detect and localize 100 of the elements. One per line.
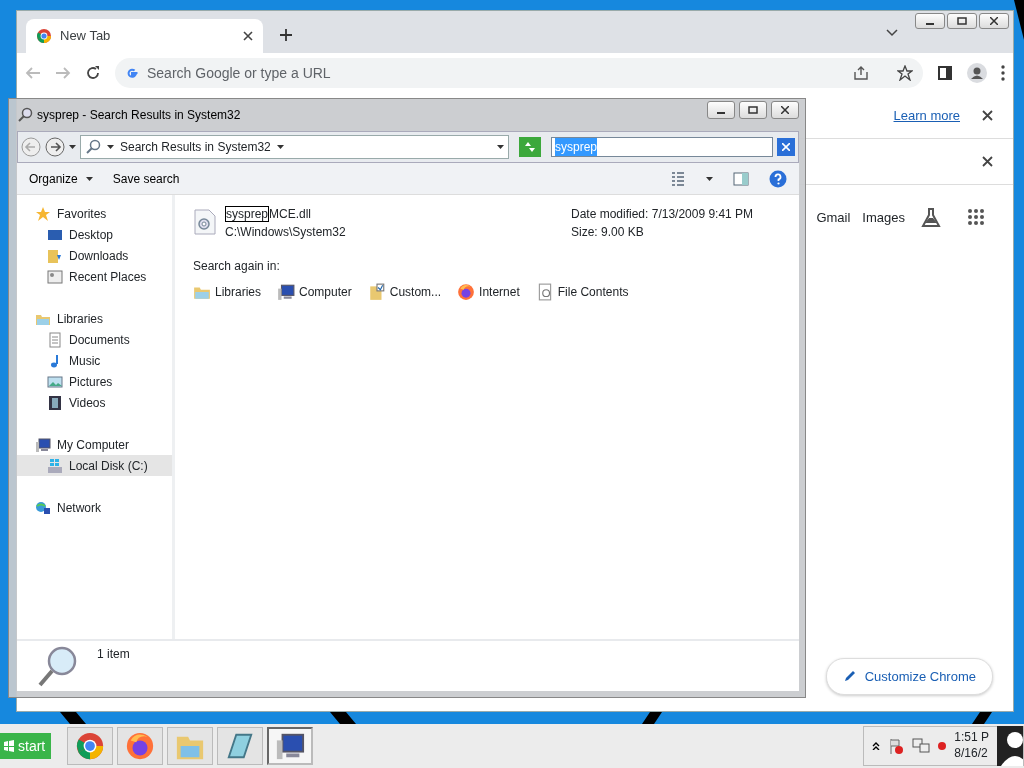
side-panel-icon — [937, 65, 953, 81]
close-icon — [990, 17, 998, 25]
back-button-icon — [21, 137, 41, 157]
preview-pane-icon — [733, 171, 749, 186]
search-icon — [17, 107, 33, 123]
back-icon — [25, 65, 41, 81]
forward-icon — [55, 65, 71, 81]
file-path: C:\Windows\System32 — [225, 224, 347, 241]
restore-button[interactable] — [739, 101, 767, 119]
folder-check-icon — [367, 283, 386, 301]
network-icon — [912, 738, 931, 754]
close-button[interactable] — [979, 13, 1009, 29]
close-icon — [982, 110, 993, 121]
magnifier-icon — [37, 645, 79, 687]
apps-grid-icon — [967, 208, 985, 227]
profile-icon — [967, 63, 987, 83]
search-location-link[interactable]: Computer — [277, 283, 352, 301]
window-title: sysprep - Search Results in System32 — [37, 107, 242, 124]
close-icon — [781, 106, 789, 114]
error-dot-icon — [938, 742, 947, 750]
close-icon — [243, 31, 253, 41]
firefox-icon — [457, 283, 476, 301]
clear-search-button[interactable] — [777, 138, 795, 156]
restore-icon — [748, 106, 758, 114]
nav-item[interactable]: Desktop — [17, 224, 172, 245]
close-button[interactable] — [771, 101, 799, 119]
nav-item[interactable]: Favorites — [17, 203, 172, 224]
star-icon — [35, 205, 51, 222]
film-icon — [47, 394, 63, 411]
command-button[interactable]: Organize — [29, 169, 93, 188]
drive-icon — [47, 457, 63, 474]
dll-file-icon — [193, 209, 217, 235]
document-icon — [47, 331, 63, 348]
breadcrumb[interactable]: Search Results in System32 — [120, 138, 271, 156]
address-bar[interactable]: Search Results in System32 — [80, 135, 509, 159]
user-avatar-icon — [997, 726, 1023, 766]
file-name[interactable]: sysprepMCE.dll — [225, 205, 563, 223]
command-button[interactable]: Save search — [112, 169, 180, 188]
google-icon — [125, 66, 139, 80]
caret-icon — [276, 145, 284, 149]
restore-icon — [957, 17, 967, 25]
nav-item[interactable]: Libraries — [17, 308, 172, 329]
nav-item[interactable]: Local Disk (C:) — [17, 455, 172, 476]
caret-icon — [497, 145, 504, 149]
nav-item[interactable]: Recent Places — [17, 266, 172, 287]
computer-icon — [275, 731, 306, 761]
refresh-button[interactable] — [519, 137, 541, 157]
computer-icon — [35, 436, 51, 453]
chrome-icon — [36, 28, 52, 44]
header-link[interactable]: Images — [862, 207, 905, 228]
help-icon — [769, 169, 787, 188]
bookmark-star-icon — [897, 65, 913, 81]
address-bar[interactable]: Search Google or type a URL — [115, 58, 923, 88]
view-options-icon — [670, 170, 686, 187]
nav-item[interactable]: Downloads — [17, 245, 172, 266]
nav-item[interactable]: Music — [17, 350, 172, 371]
nav-item[interactable]: Pictures — [17, 371, 172, 392]
item-count: 1 item — [97, 646, 130, 663]
nav-item[interactable]: Documents — [17, 329, 172, 350]
nav-item[interactable]: My Computer — [17, 434, 172, 455]
pencil-icon — [842, 669, 857, 684]
file-size: Size: 9.00 KB — [571, 224, 645, 241]
clock-date: 8/16/2 — [954, 746, 989, 762]
flag-alert-icon — [888, 738, 905, 754]
nav-item[interactable]: Videos — [17, 392, 172, 413]
taskbar-app-button[interactable] — [217, 727, 264, 765]
search-location-link[interactable]: File Contents — [535, 283, 629, 301]
browser-tab[interactable]: New Tab — [26, 19, 263, 53]
firefox-icon — [125, 731, 156, 761]
forward-button-icon — [45, 137, 65, 157]
caret-icon — [107, 145, 114, 149]
minimize-button[interactable] — [707, 101, 735, 119]
restore-button[interactable] — [947, 13, 977, 29]
taskbar-app-button[interactable] — [117, 727, 164, 765]
refresh-icon — [523, 141, 537, 153]
caret-icon — [69, 145, 76, 149]
recent-places-icon — [47, 268, 63, 285]
search-location-link[interactable]: Internet — [457, 283, 520, 301]
flask-icon — [921, 207, 941, 228]
new-tab-icon — [279, 28, 293, 43]
search-again-label: Search again in: — [193, 258, 281, 275]
search-location-link[interactable]: Custom... — [367, 283, 442, 301]
taskbar-app-button[interactable] — [267, 727, 314, 765]
pictures-icon — [47, 373, 63, 390]
search-icon — [85, 139, 101, 155]
caret-icon — [85, 176, 93, 181]
globe-icon — [35, 499, 51, 516]
downloads-icon — [47, 247, 63, 264]
minimize-button[interactable] — [915, 13, 945, 29]
customize-chrome-button[interactable]: Customize Chrome — [825, 657, 993, 695]
search-location-link[interactable]: Libraries — [193, 283, 262, 301]
clock-time: 1:51 P — [954, 730, 989, 746]
address-placeholder: Search Google or type a URL — [147, 63, 332, 83]
tab-title: New Tab — [60, 27, 112, 46]
header-link[interactable]: Gmail — [816, 207, 851, 228]
reload-icon — [85, 65, 101, 81]
nav-item[interactable]: Network — [17, 497, 172, 518]
taskbar-app-button[interactable] — [67, 727, 114, 765]
windows-flag-icon — [3, 740, 15, 752]
learn-more-link[interactable]: Learn more — [893, 105, 960, 126]
